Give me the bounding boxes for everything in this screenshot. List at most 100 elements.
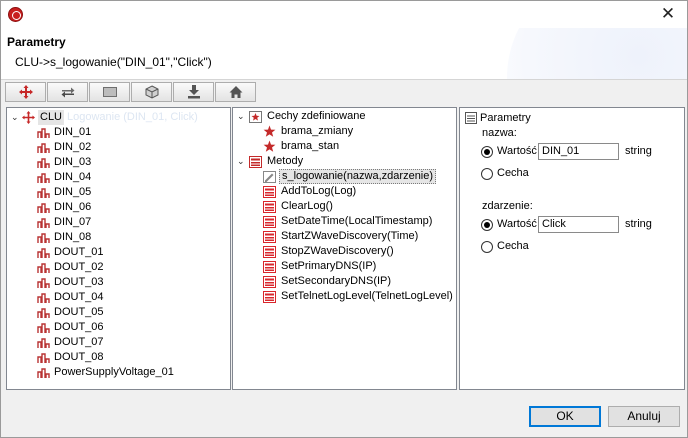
param-zdarzenie-label: zdarzenie: <box>482 200 533 212</box>
object-button[interactable] <box>131 82 172 102</box>
swap-button[interactable] <box>47 82 88 102</box>
feature-item-label: brama_zmiany <box>281 125 354 137</box>
method-icon <box>263 261 276 273</box>
method-item-label: SetDateTime(LocalTimestamp) <box>281 215 433 227</box>
param-zdarzenie-type: string <box>625 218 652 230</box>
tree-item-label: DIN_07 <box>54 216 92 228</box>
method-item-label: SetTelnetLogLevel(TelnetLogLevel) <box>281 290 453 302</box>
cube-icon <box>145 85 158 99</box>
import-button[interactable] <box>173 82 214 102</box>
tree-item-label: DOUT_02 <box>54 261 104 273</box>
io-port-icon <box>37 143 50 153</box>
home-button[interactable] <box>215 82 256 102</box>
cancel-button[interactable]: Anuluj <box>608 406 680 427</box>
io-port-icon <box>37 233 50 243</box>
param-nazwa-feature-radio-label: Cecha <box>497 167 529 179</box>
io-port-icon <box>37 368 50 378</box>
tree-item-label: DIN_04 <box>54 171 92 183</box>
param-nazwa-value-radio[interactable] <box>481 146 493 158</box>
tree-item-label: DIN_03 <box>54 156 92 168</box>
param-nazwa-value-input[interactable]: DIN_01 <box>538 143 619 160</box>
tree-item-label: DOUT_05 <box>54 306 104 318</box>
close-icon[interactable]: ✕ <box>659 4 677 24</box>
method-icon <box>263 246 276 258</box>
param-nazwa-feature-radio[interactable] <box>481 168 493 180</box>
methods-folder-icon <box>249 156 262 168</box>
tree-item-label: DIN_08 <box>54 231 92 243</box>
param-nazwa-type: string <box>625 145 652 157</box>
tree-item-label: PowerSupplyVoltage_01 <box>54 366 174 378</box>
collapse-icon[interactable]: ⌄ <box>237 109 246 124</box>
drag-ghost-text: Logowanie (DIN_01, Click) <box>67 111 198 123</box>
io-port-icon <box>37 338 50 348</box>
param-zdarzenie-feature-radio-label: Cecha <box>497 240 529 252</box>
tree-item-label: DIN_01 <box>54 126 92 138</box>
tree-item-label: DOUT_04 <box>54 291 104 303</box>
io-port-icon <box>37 203 50 213</box>
tree-root-label: CLU <box>38 110 65 125</box>
title-bar: ✕ <box>1 1 687 28</box>
dialog-window: ✕ Parametry CLU->s_logowanie("DIN_01","C… <box>0 0 688 438</box>
io-port-icon <box>37 128 50 138</box>
panel-button[interactable] <box>89 82 130 102</box>
method-item-label: AddToLog(Log) <box>281 185 357 197</box>
method-edit-icon <box>263 171 276 183</box>
param-zdarzenie-value-radio-label: Wartość <box>497 218 537 230</box>
panel-icon <box>102 87 117 97</box>
tree-item-label: DIN_05 <box>54 186 92 198</box>
feature-star-icon <box>263 140 276 152</box>
io-port-icon <box>37 263 50 273</box>
collapse-icon[interactable]: ⌄ <box>11 110 20 125</box>
call-preview: CLU->s_logowanie("DIN_01","Click") <box>15 55 212 69</box>
group-methods-label: Metody <box>267 155 304 167</box>
ok-button[interactable]: OK <box>529 406 601 427</box>
move-button[interactable] <box>5 82 46 102</box>
swap-icon <box>61 87 74 98</box>
feature-star-icon <box>263 125 276 137</box>
io-port-icon <box>37 353 50 363</box>
tree-item-label: DOUT_03 <box>54 276 104 288</box>
parameters-panel: Parametry nazwa: Wartość DIN_01 string C… <box>459 107 685 390</box>
method-icon <box>263 216 276 228</box>
method-item-label: ClearLog() <box>281 200 333 212</box>
method-icon <box>263 201 276 213</box>
method-icon <box>263 186 276 198</box>
feature-item-label: brama_stan <box>281 140 340 152</box>
tree-item-label: DIN_02 <box>54 141 92 153</box>
param-nazwa-value-radio-label: Wartość <box>497 145 537 157</box>
parameters-title: Parametry <box>480 112 531 124</box>
method-item-label: StopZWaveDiscovery() <box>281 245 394 257</box>
collapse-icon[interactable]: ⌄ <box>237 154 246 169</box>
io-port-icon <box>37 278 50 288</box>
method-icon <box>263 231 276 243</box>
io-port-icon <box>37 323 50 333</box>
io-port-icon <box>37 218 50 228</box>
import-icon <box>187 85 200 99</box>
io-port-icon <box>37 248 50 258</box>
objects-tree-panel[interactable]: ⌄ CLU Logowanie (DIN_01, Click) DIN_01 DI… <box>6 107 231 390</box>
method-item-label: SetSecondaryDNS(IP) <box>281 275 392 287</box>
param-zdarzenie-feature-radio[interactable] <box>481 241 493 253</box>
tree-item-label: DIN_06 <box>54 201 92 213</box>
app-logo-icon <box>8 7 23 22</box>
dialog-title: Parametry <box>7 35 66 49</box>
method-icon <box>263 276 276 288</box>
method-icon <box>263 291 276 303</box>
io-port-icon <box>37 308 50 318</box>
method-item-label: s_logowanie(nazwa,zdarzenie) <box>279 169 437 184</box>
tree-item-label: DOUT_08 <box>54 351 104 363</box>
param-zdarzenie-value-radio[interactable] <box>481 219 493 231</box>
io-port-icon <box>37 173 50 183</box>
param-zdarzenie-value-input[interactable]: Click <box>538 216 619 233</box>
param-nazwa-label: nazwa: <box>482 127 517 139</box>
toolbar <box>5 82 257 104</box>
group-features-label: Cechy zdefiniowane <box>267 110 366 122</box>
parameters-icon <box>465 112 477 124</box>
clu-icon <box>22 111 35 124</box>
io-port-icon <box>37 158 50 168</box>
header-decoration <box>507 28 687 79</box>
io-port-icon <box>37 188 50 198</box>
tree-item-label: DOUT_01 <box>54 246 104 258</box>
features-tree-panel[interactable]: ⌄ Cechy zdefiniowane brama_zmiany brama_s… <box>232 107 457 390</box>
io-port-icon <box>37 293 50 303</box>
